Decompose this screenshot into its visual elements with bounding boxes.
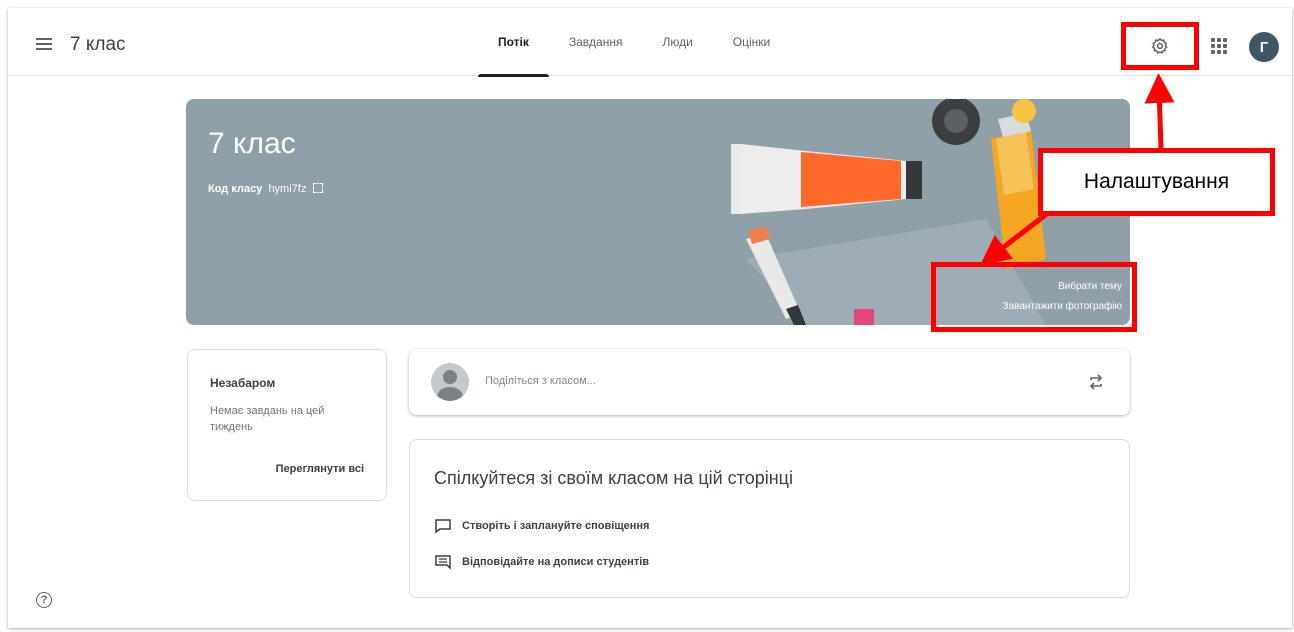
communicate-title: Спілкуйтеся зі своїм класом на цій сторі… [434,468,793,488]
tab-classwork[interactable]: Завдання [549,8,643,76]
upcoming-title: Незабаром [210,376,276,390]
help-icon[interactable]: ? [36,592,52,608]
tab-people[interactable]: Люди [642,8,712,76]
class-code: Код класу hymi7fz [208,183,324,195]
upcoming-card: Незабаром Немає завдань на цей тиждень П… [187,349,387,501]
gear-icon [1151,37,1168,54]
upcoming-empty-text: Немає завдань на цей тиждень [210,405,325,433]
create-announcement-label: Створіть і заплануйте сповіщення [462,520,650,532]
comment-icon [435,555,451,570]
class-code-label: Код класу [208,183,263,195]
respond-posts-label: Відповідайте на дописи студентів [462,556,650,568]
theme-actions-highlight: Вибрати тему Завантажити фотографію [931,262,1137,332]
banner-class-title: 7 клас [208,127,296,160]
classroom-window: 7 клас Потік Завдання Люди Оцінки Г 7 кл… [8,8,1292,628]
top-bar: 7 клас Потік Завдання Люди Оцінки Г [8,8,1292,77]
tab-stream[interactable]: Потік [478,8,549,77]
share-placeholder[interactable]: Поділіться з класом... [485,375,596,387]
settings-button[interactable] [1121,22,1199,70]
fullscreen-icon[interactable] [313,183,324,193]
communicate-card: Спілкуйтеся зі своїм класом на цій сторі… [409,439,1130,598]
announcement-icon [435,519,451,534]
user-avatar-icon [431,363,469,401]
tab-bar: Потік Завдання Люди Оцінки [478,8,790,77]
select-theme-link[interactable]: Вибрати тему [1058,281,1122,292]
apps-grid-icon[interactable] [1211,38,1227,54]
create-announcement-item[interactable]: Створіть і заплануйте сповіщення [434,518,649,534]
upload-photo-link[interactable]: Завантажити фотографію [1003,301,1122,312]
view-all-link[interactable]: Переглянути всі [276,463,364,475]
class-title[interactable]: 7 клас [70,34,126,56]
tab-grades[interactable]: Оцінки [713,8,790,76]
respond-posts-item[interactable]: Відповідайте на дописи студентів [434,554,649,570]
class-code-value: hymi7fz [268,183,307,195]
avatar[interactable]: Г [1249,32,1279,62]
settings-callout: Налаштування [1038,148,1275,216]
repost-icon[interactable] [1088,373,1104,391]
menu-icon[interactable] [36,38,52,50]
share-with-class-box[interactable]: Поділіться з класом... [409,349,1130,415]
